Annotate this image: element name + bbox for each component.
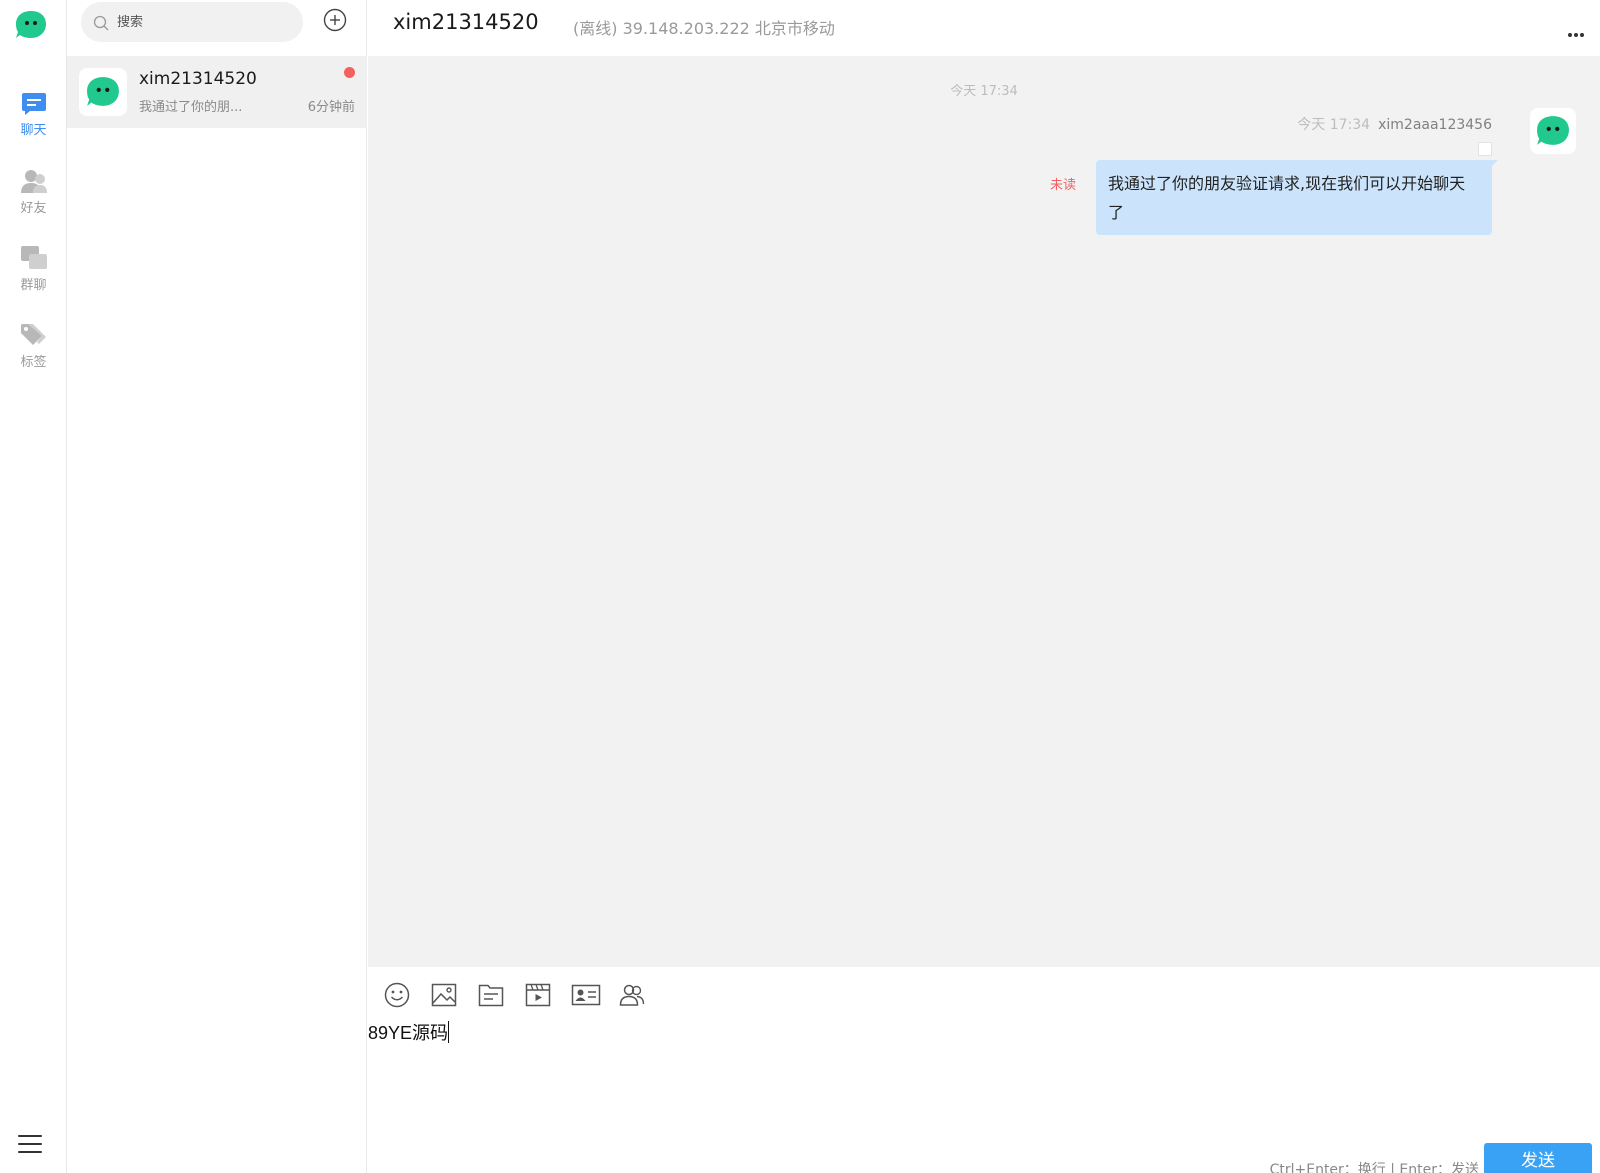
emoji-icon[interactable]	[383, 981, 411, 1009]
contact-card-icon[interactable]	[571, 981, 601, 1009]
friends-icon	[20, 170, 47, 193]
conversation-list-panel: xim21314520 我通过了你的朋... 6分钟前	[67, 0, 367, 1173]
more-dots-icon[interactable]	[1568, 22, 1586, 37]
video-icon[interactable]	[524, 981, 552, 1009]
chat-header: xim21314520 (离线) 39.148.203.222 北京市移动	[368, 0, 1600, 56]
nav-label-friends: 好友	[20, 201, 47, 216]
day-stamp: 今天 17:34	[950, 84, 1018, 99]
message-sender: xim2aaa123456	[1378, 117, 1492, 133]
conversation-name: xim21314520	[139, 69, 257, 89]
nav-item-group-chat[interactable]: 群聊	[0, 245, 67, 293]
conversation-item[interactable]: xim21314520 我通过了你的朋... 6分钟前	[67, 56, 367, 128]
nav-label-group-chat: 群聊	[20, 278, 47, 293]
nav-label-tags: 标签	[20, 355, 47, 370]
chat-title: xim21314520	[393, 10, 539, 34]
nav-item-tags[interactable]: 标签	[0, 322, 67, 370]
message-input-text: 89YE源码	[368, 1023, 449, 1043]
avatar-bot-icon	[1537, 116, 1569, 145]
image-icon[interactable]	[430, 981, 458, 1009]
group-chat-icon	[20, 246, 47, 269]
nav-item-chat[interactable]: 聊天	[0, 92, 67, 138]
hamburger-menu-icon[interactable]	[18, 1135, 42, 1155]
message-bubble[interactable]: 我通过了你的朋友验证请求,现在我们可以开始聊天了	[1096, 160, 1498, 235]
text-caret	[448, 1021, 450, 1043]
avatar-bot-icon	[87, 77, 119, 106]
conversation-preview: 我通过了你的朋...	[139, 100, 243, 115]
composer: 89YE源码 Ctrl+Enter：换行 | Enter：发送 发送	[368, 967, 1600, 1173]
send-button[interactable]: 发送	[1484, 1143, 1592, 1173]
message-select-checkbox[interactable]	[1478, 142, 1492, 156]
add-circle-icon[interactable]	[323, 8, 347, 32]
chat-pane: xim21314520 (离线) 39.148.203.222 北京市移动 今天…	[368, 0, 1600, 1173]
tag-icon	[20, 324, 46, 345]
message-meta: 今天 17:34 xim2aaa123456	[1297, 114, 1492, 134]
nav-rail: 聊天 好友 群聊 标签	[0, 0, 67, 1173]
message-input[interactable]: 89YE源码	[368, 1019, 1568, 1059]
search-input[interactable]	[117, 12, 287, 32]
chat-status: (离线) 39.148.203.222 北京市移动	[573, 19, 835, 38]
nav-item-friends[interactable]: 好友	[0, 168, 67, 216]
file-icon[interactable]	[477, 981, 505, 1009]
search-icon	[93, 15, 109, 31]
message-avatar[interactable]	[1530, 108, 1576, 154]
conversation-time: 6分钟前	[307, 100, 355, 115]
nav-label-chat: 聊天	[20, 123, 47, 138]
keyboard-hint: Ctrl+Enter：换行 | Enter：发送	[1269, 1162, 1479, 1173]
chat-icon	[21, 93, 46, 115]
avatar	[79, 68, 127, 116]
search-box	[81, 2, 303, 42]
app-logo-icon[interactable]	[15, 10, 47, 40]
message-time: 今天 17:34	[1297, 117, 1371, 133]
unread-dot	[344, 67, 355, 78]
message-read-status: 未读	[1049, 178, 1076, 193]
group-members-icon[interactable]	[618, 981, 646, 1009]
